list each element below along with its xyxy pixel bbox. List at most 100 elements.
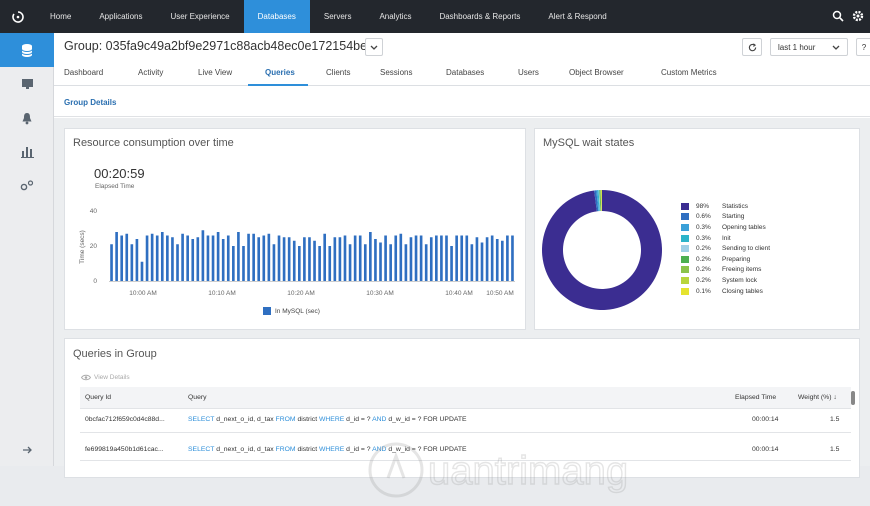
table-scrollbar[interactable] [851,391,855,405]
chart-bar[interactable] [496,239,499,281]
time-range-select[interactable]: last 1 hour [770,38,848,56]
help-button[interactable]: ? [856,38,870,56]
chart-bar[interactable] [136,239,139,281]
integration-icon[interactable] [0,169,54,203]
chart-bar[interactable] [131,244,134,281]
chart-bar[interactable] [298,246,301,281]
chart-bar[interactable] [481,243,484,282]
chart-bar[interactable] [425,244,428,281]
chart-bar[interactable] [328,246,331,281]
chart-bar[interactable] [410,237,413,281]
chart-bar[interactable] [273,244,276,281]
chart-bar[interactable] [247,234,250,281]
chart-bar[interactable] [191,239,194,281]
chart-bar[interactable] [166,236,169,282]
chart-bar[interactable] [435,236,438,282]
tab-queries[interactable]: Queries [265,68,295,77]
chart-bar[interactable] [334,237,337,281]
col-query-id[interactable]: Query Id [85,394,111,401]
nav-item-databases[interactable]: Databases [244,0,310,33]
chart-bar[interactable] [171,237,174,281]
chart-bar[interactable] [283,237,286,281]
chart-bar[interactable] [196,237,199,281]
chart-bar[interactable] [176,244,179,281]
chart-bar[interactable] [460,236,463,282]
chart-bar[interactable] [212,236,215,282]
chart-bar[interactable] [110,244,113,281]
refresh-button[interactable] [742,38,762,56]
chart-bar[interactable] [430,237,433,281]
chart-bar[interactable] [440,236,443,282]
gear-icon[interactable] [852,9,864,27]
chart-bar[interactable] [257,237,260,281]
nav-item-analytics[interactable]: Analytics [365,0,425,33]
nav-item-dashboards-reports[interactable]: Dashboards & Reports [425,0,534,33]
chart-bar[interactable] [486,237,489,281]
database-icon[interactable] [0,33,54,67]
chart-bar[interactable] [471,244,474,281]
chart-bar[interactable] [161,232,164,281]
chart-bar[interactable] [278,236,281,282]
chart-bar[interactable] [450,246,453,281]
col-elapsed-time[interactable]: Elapsed Time [735,394,776,401]
bar-chart-icon[interactable] [0,135,54,169]
monitor-icon[interactable] [0,67,54,101]
chart-bar[interactable] [227,236,230,282]
arrow-right-icon[interactable] [0,433,54,467]
tab-dashboard[interactable]: Dashboard [64,68,103,77]
col-query[interactable]: Query [188,394,207,401]
bell-icon[interactable] [0,101,54,135]
chart-bar[interactable] [465,236,468,282]
tab-sessions[interactable]: Sessions [380,68,412,77]
tab-clients[interactable]: Clients [326,68,350,77]
chart-bar[interactable] [339,237,342,281]
chart-bar[interactable] [308,237,311,281]
chart-bar[interactable] [303,237,306,281]
chart-bar[interactable] [268,234,271,281]
chart-bar[interactable] [364,244,367,281]
chart-bar[interactable] [115,232,118,281]
chart-bar[interactable] [232,246,235,281]
chart-bar[interactable] [374,239,377,281]
nav-item-servers[interactable]: Servers [310,0,366,33]
chart-bar[interactable] [237,232,240,281]
chart-bar[interactable] [399,234,402,281]
chart-bar[interactable] [146,236,149,282]
chart-bar[interactable] [323,234,326,281]
chart-bar[interactable] [217,232,220,281]
tab-live-view[interactable]: Live View [198,68,232,77]
chart-bar[interactable] [288,237,291,281]
tab-databases[interactable]: Databases [446,68,484,77]
chart-bar[interactable] [222,239,225,281]
logo-icon[interactable] [0,0,36,33]
chart-bar[interactable] [359,236,362,282]
chart-bar[interactable] [186,236,189,282]
chart-bar[interactable] [384,236,387,282]
group-details-link[interactable]: Group Details [64,98,116,107]
nav-item-home[interactable]: Home [36,0,85,33]
chart-bar[interactable] [313,241,316,281]
chart-bar[interactable] [125,234,128,281]
chart-bar[interactable] [262,236,265,282]
chart-bar[interactable] [344,236,347,282]
chart-bar[interactable] [156,236,159,282]
chart-bar[interactable] [120,236,123,282]
chart-bar[interactable] [369,232,372,281]
chart-bar[interactable] [318,246,321,281]
chart-bar[interactable] [389,244,392,281]
chart-bar[interactable] [491,236,494,282]
chart-bar[interactable] [506,236,509,282]
tab-activity[interactable]: Activity [138,68,163,77]
table-row[interactable]: 0bcfac712f659c0d4c88d... SELECT d_next_o… [80,409,851,433]
chart-bar[interactable] [379,243,382,282]
chart-bar[interactable] [293,241,296,281]
chart-bar[interactable] [455,236,458,282]
chart-bar[interactable] [141,262,144,281]
chart-bar[interactable] [501,241,504,281]
col-weight[interactable]: Weight (%) ↓ [798,394,837,401]
nav-item-alert-respond[interactable]: Alert & Respond [534,0,620,33]
chart-bar[interactable] [207,236,210,282]
chart-bar[interactable] [181,234,184,281]
chart-bar[interactable] [151,234,154,281]
chart-bar[interactable] [511,236,514,282]
